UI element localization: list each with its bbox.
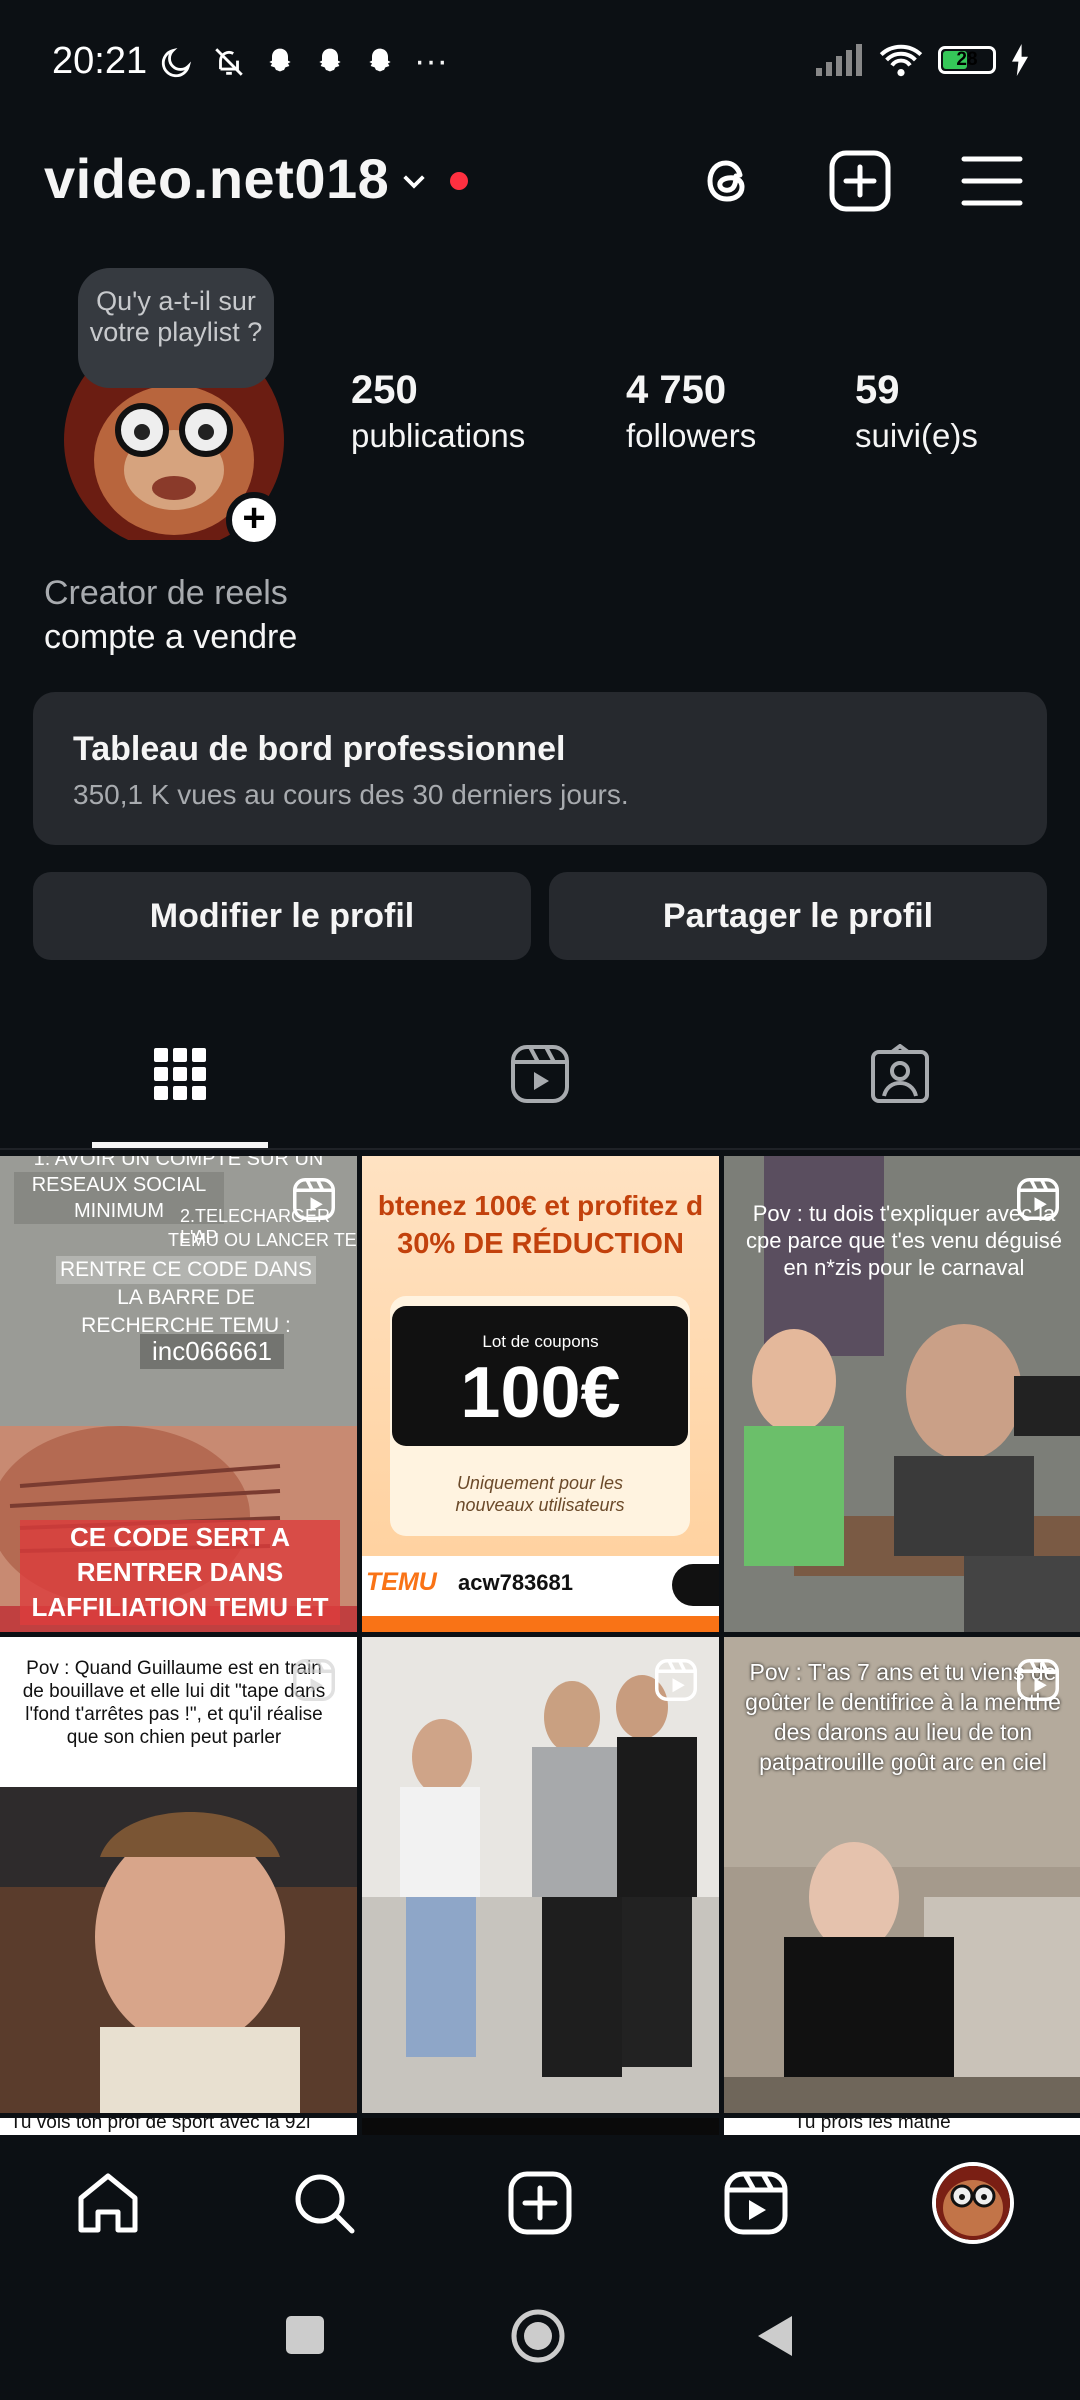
reels-tab-icon[interactable] <box>510 1044 570 1104</box>
post-thumbnail-2[interactable]: btenez 100€ et profitez d 30% DE RÉDUCTI… <box>362 1156 719 1632</box>
temu-logo: TEMU <box>366 1568 437 1596</box>
post-thumbnail-1[interactable]: 1: AVOIR UN COMPTE SUR UN RESEAUX SOCIAL… <box>0 1156 357 1632</box>
charging-icon <box>1012 44 1028 76</box>
tagged-tab-icon[interactable] <box>870 1044 930 1104</box>
menu-icon[interactable] <box>956 145 1028 217</box>
coupon-label: Lot de coupons <box>482 1332 599 1351</box>
search-icon <box>672 1564 719 1606</box>
share-profile-button[interactable]: Partager le profil <box>549 872 1047 960</box>
bio-category: Creator de reels <box>44 574 288 612</box>
grid-tab-icon[interactable] <box>150 1044 210 1104</box>
avatar-image <box>936 2166 1010 2240</box>
snapchat-icon <box>369 48 391 71</box>
reels-icon[interactable] <box>721 2168 791 2238</box>
status-right-icons: 28 <box>814 42 1030 78</box>
dashboard-title: Tableau de bord professionnel <box>73 730 566 768</box>
dashboard-subtitle: 350,1 K vues au cours des 30 derniers jo… <box>73 779 629 810</box>
back-button[interactable] <box>752 2312 796 2360</box>
reel-icon <box>1017 1659 1059 1701</box>
post-caption: CE CODE SERT A RENTRER DANS LAFFILIATION… <box>20 1520 340 1625</box>
stat-value: 250 <box>351 368 418 412</box>
moon-icon <box>161 47 192 77</box>
stat-label: followers <box>626 417 757 454</box>
more-notifications-icon: ··· <box>414 42 448 80</box>
stat-label: suivi(e)s <box>855 417 978 454</box>
post-thumbnail-7[interactable]: Tu vois ton prof de sport avec la 92i <box>0 2118 357 2135</box>
search-icon[interactable] <box>289 2168 359 2238</box>
post-caption: Pov : Quand Guillaume est en train de bo… <box>22 1658 326 1748</box>
recents-button[interactable] <box>286 2316 324 2354</box>
edit-profile-button[interactable]: Modifier le profil <box>33 872 531 960</box>
professional-dashboard[interactable]: Tableau de bord professionnel 350,1 K vu… <box>33 692 1047 845</box>
post-caption: Tu vois ton prof de sport avec la 92i <box>10 2118 311 2133</box>
stat-publications[interactable]: 250 publications <box>351 368 525 455</box>
chevron-down-icon[interactable] <box>398 166 430 198</box>
create-icon[interactable] <box>505 2168 575 2238</box>
promo-code: inc066661 <box>140 1334 284 1369</box>
post-caption: 30% DE RÉDUCTION <box>397 1228 684 1260</box>
post-caption: btenez 100€ et profitez d <box>377 1190 704 1221</box>
home-button[interactable] <box>510 2308 566 2364</box>
stat-value: 59 <box>855 368 900 412</box>
post-thumbnail-3[interactable]: Pov : tu dois t'expliquer avec la cpe pa… <box>724 1156 1080 1632</box>
snapchat-icon <box>269 48 291 71</box>
post-caption: Tu profs les mathé <box>794 2118 951 2133</box>
post-thumbnail-8[interactable] <box>362 2118 719 2135</box>
reel-icon <box>1017 1178 1059 1220</box>
reel-icon <box>293 1659 335 1701</box>
post-caption: TEMU OU LANCER TE <box>168 1230 357 1250</box>
notification-dot <box>450 172 468 190</box>
bio-text: compte a vendre <box>44 618 298 656</box>
post-thumbnail-4[interactable]: Pov : Quand Guillaume est en train de bo… <box>0 1637 357 2113</box>
reel-icon <box>293 1178 335 1220</box>
snapchat-icon <box>319 48 341 71</box>
battery-icon: 28 <box>938 46 996 74</box>
status-bar: 20:21 ··· 28 <box>0 0 1080 130</box>
post-thumbnail-9[interactable]: Tu profs les mathé <box>724 2118 1080 2135</box>
bell-off-icon <box>215 47 243 76</box>
stat-following[interactable]: 59 suivi(e)s <box>855 368 978 455</box>
home-icon[interactable] <box>73 2168 143 2238</box>
stat-value: 4 750 <box>626 368 727 412</box>
stat-label: publications <box>351 417 526 454</box>
reel-icon <box>655 1659 697 1701</box>
post-thumbnail-5[interactable] <box>362 1637 719 2113</box>
profile-tab-avatar[interactable] <box>932 2162 1014 2244</box>
post-caption: 1: AVOIR UN COMPTE SUR UN <box>33 1156 324 1170</box>
promo-code: acw783681 <box>458 1570 573 1595</box>
status-time: 20:21 <box>52 40 148 82</box>
post-image <box>362 1637 719 2113</box>
signal-icon <box>816 44 862 76</box>
temu-stripe <box>362 1616 719 1632</box>
create-post-icon[interactable] <box>824 145 896 217</box>
wifi-icon <box>879 44 923 77</box>
status-left-icons: ··· <box>160 42 448 81</box>
account-username[interactable]: video.net018 <box>44 146 389 211</box>
coupon-amount: 100€ <box>460 1353 621 1433</box>
post-thumbnail-6[interactable]: Pov : T'as 7 ans et tu viens de goûter l… <box>724 1637 1080 2113</box>
threads-icon[interactable] <box>692 145 764 217</box>
divider <box>0 1148 1080 1150</box>
note-bubble[interactable]: Qu'y a-t-il sur votre playlist ? <box>78 268 274 388</box>
post-caption: Pov : tu dois t'expliquer avec la cpe pa… <box>745 1201 1063 1280</box>
coupon-note: Uniquement pour les nouveaux utilisateur… <box>455 1473 625 1515</box>
post-caption: RENTRE CE CODE DANS LA BARRE DE RECHERCHE … <box>56 1256 316 1340</box>
add-story-icon[interactable]: + <box>226 492 282 548</box>
stat-followers[interactable]: 4 750 followers <box>626 368 756 455</box>
